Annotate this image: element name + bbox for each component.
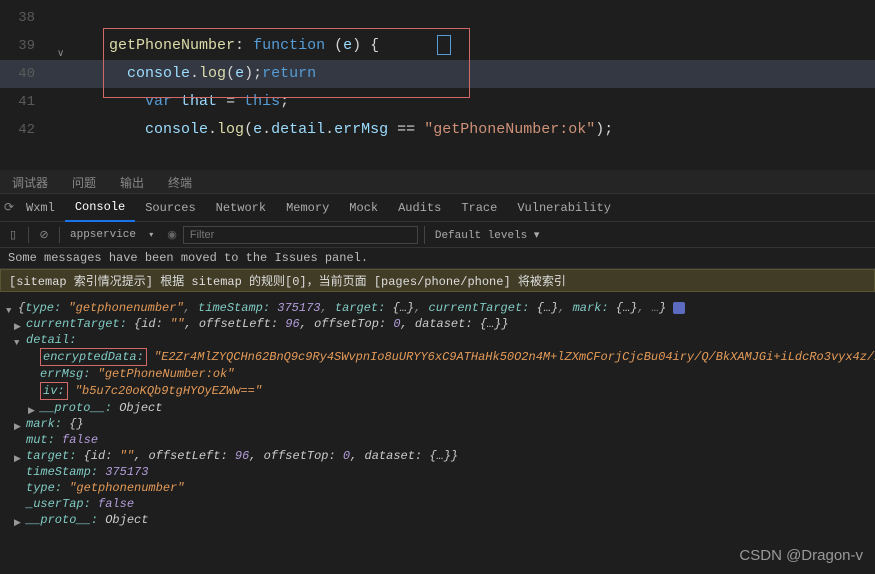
clear-console-icon[interactable]: ⊘ bbox=[31, 228, 57, 242]
code-line: 42 console.log(e.detail.errMsg == "getPh… bbox=[0, 116, 875, 144]
devtools-tabs: ⟳ Wxml Console Sources Network Memory Mo… bbox=[0, 194, 875, 222]
code-text: var that = this; bbox=[73, 88, 875, 116]
code-editor[interactable]: 38 ∨39 getPhoneNumber: function (e) { 40… bbox=[0, 0, 875, 170]
expand-caret-icon[interactable]: ▶ bbox=[14, 515, 21, 531]
log-levels-selector[interactable]: Default levels ▾ bbox=[424, 226, 550, 244]
panel-tabs: 调试器 问题 输出 终端 bbox=[0, 170, 875, 194]
tab-vulnerability[interactable]: Vulnerability bbox=[507, 195, 621, 221]
code-line: 38 bbox=[0, 4, 875, 32]
tab-output[interactable]: 输出 bbox=[108, 170, 156, 193]
console-output[interactable]: ▼{type: "getphonenumber", timeStamp: 375… bbox=[0, 296, 875, 532]
tab-network[interactable]: Network bbox=[206, 195, 276, 221]
tab-wxml[interactable]: Wxml bbox=[16, 195, 65, 221]
encrypted-data-value: "E2Zr4MlZYQCHn62BnQ9c9Ry4SWvpnIo8uURYY6x… bbox=[154, 350, 875, 364]
code-line: 40 console.log(e);return bbox=[0, 60, 875, 88]
tab-problems[interactable]: 问题 bbox=[60, 170, 108, 193]
filter-input[interactable] bbox=[183, 226, 418, 244]
console-toolbar: ▯ ⊘ appservice ▾ ◉ Default levels ▾ bbox=[0, 222, 875, 248]
highlight-iv: iv: bbox=[40, 382, 68, 400]
code-line: 41 var that = this; bbox=[0, 88, 875, 116]
code-line: ∨39 getPhoneNumber: function (e) { bbox=[0, 32, 875, 60]
tab-memory[interactable]: Memory bbox=[276, 195, 339, 221]
live-expression-icon[interactable]: ◉ bbox=[161, 228, 183, 242]
sitemap-warning: [sitemap 索引情况提示] 根据 sitemap 的规则[0]，当前页面 … bbox=[0, 269, 875, 292]
code-text: getPhoneNumber: function (e) { bbox=[73, 32, 875, 60]
tab-terminal[interactable]: 终端 bbox=[156, 170, 204, 193]
info-badge-icon bbox=[673, 302, 685, 314]
tab-mock[interactable]: Mock bbox=[339, 195, 388, 221]
tab-debugger[interactable]: 调试器 bbox=[0, 170, 60, 193]
code-text: console.log(e.detail.errMsg == "getPhone… bbox=[73, 116, 875, 144]
iv-value: "b5u7c20oKQb9tgHYOyEZWw==" bbox=[75, 384, 262, 398]
code-text: console.log(e);return bbox=[73, 60, 875, 88]
tab-console[interactable]: Console bbox=[65, 194, 135, 222]
tab-sources[interactable]: Sources bbox=[135, 195, 205, 221]
highlight-encrypted: encryptedData: bbox=[40, 348, 147, 366]
detail-label: detail: bbox=[26, 333, 76, 347]
context-selector[interactable]: appservice ▾ bbox=[62, 229, 161, 241]
watermark: CSDN @Dragon-v bbox=[739, 547, 863, 564]
issues-message: Some messages have been moved to the Iss… bbox=[0, 248, 875, 269]
sidebar-toggle-icon[interactable]: ▯ bbox=[0, 228, 26, 242]
tab-audits[interactable]: Audits bbox=[388, 195, 451, 221]
inspect-icon[interactable]: ⟳ bbox=[0, 194, 16, 221]
tab-trace[interactable]: Trace bbox=[451, 195, 507, 221]
